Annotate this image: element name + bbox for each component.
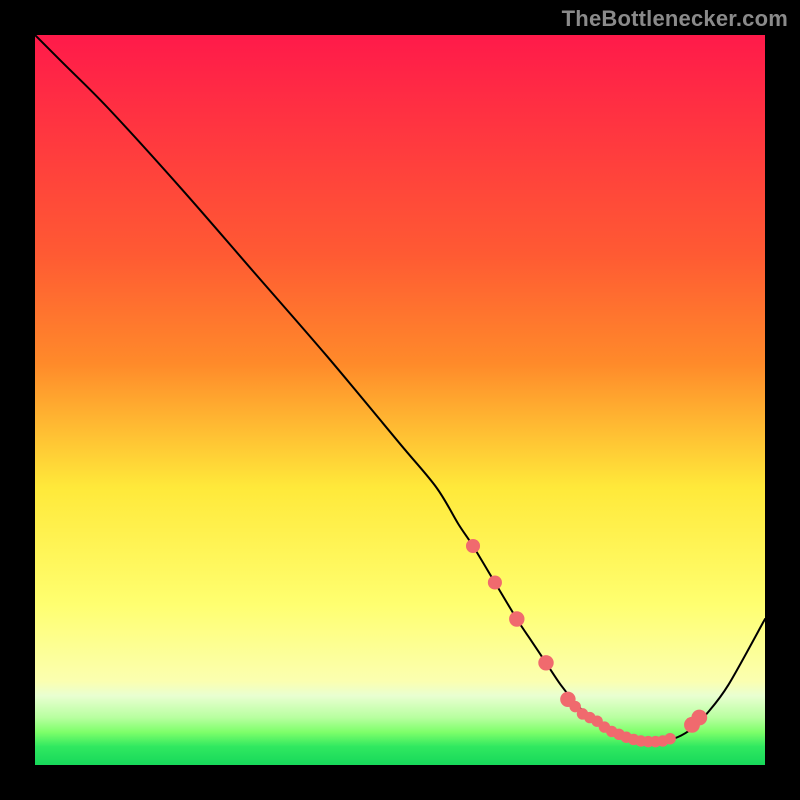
curve-marker (509, 611, 524, 626)
curve-marker (466, 539, 480, 553)
chart-frame: TheBottlenecker.com (0, 0, 800, 800)
curve-marker (538, 655, 553, 670)
watermark: TheBottlenecker.com (562, 6, 788, 32)
chart-svg (35, 35, 765, 765)
curve-marker (488, 575, 502, 589)
curve-marker (664, 733, 675, 744)
plot-area (35, 35, 765, 765)
curve-marker (691, 710, 707, 726)
gradient-background (35, 35, 765, 765)
